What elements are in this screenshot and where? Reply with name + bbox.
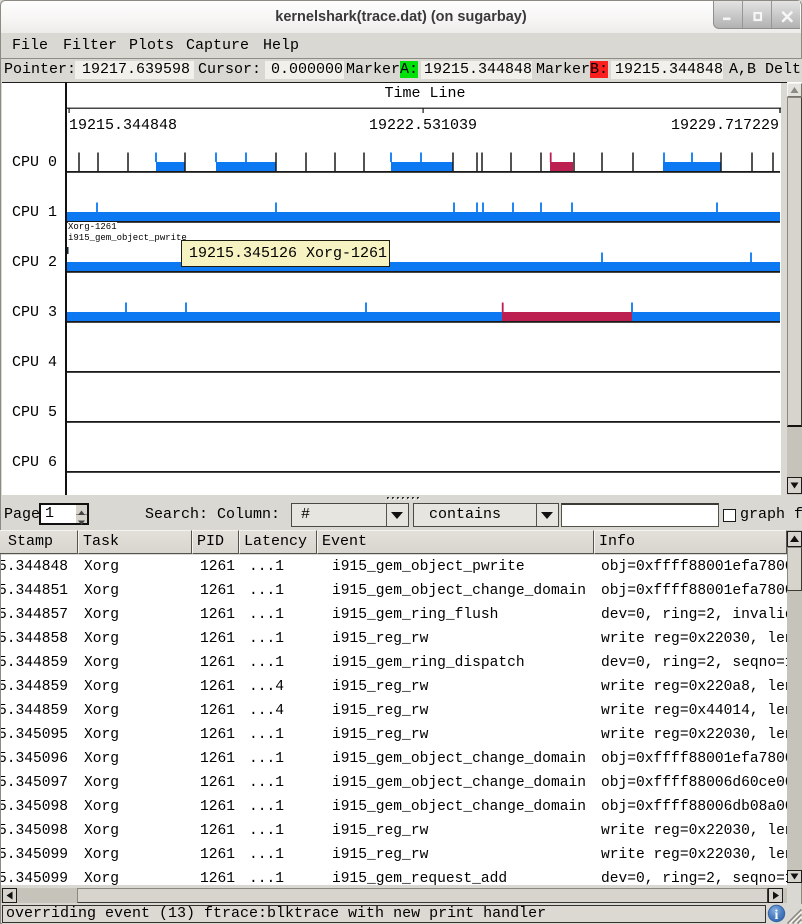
svg-text:19222.531039: 19222.531039	[369, 117, 477, 134]
svg-text:i: i	[775, 908, 779, 923]
svg-text:19229.717229: 19229.717229	[671, 117, 779, 134]
svg-text:19215.344848: 19215.344848	[69, 117, 177, 134]
svg-text:Time Line: Time Line	[384, 85, 465, 102]
